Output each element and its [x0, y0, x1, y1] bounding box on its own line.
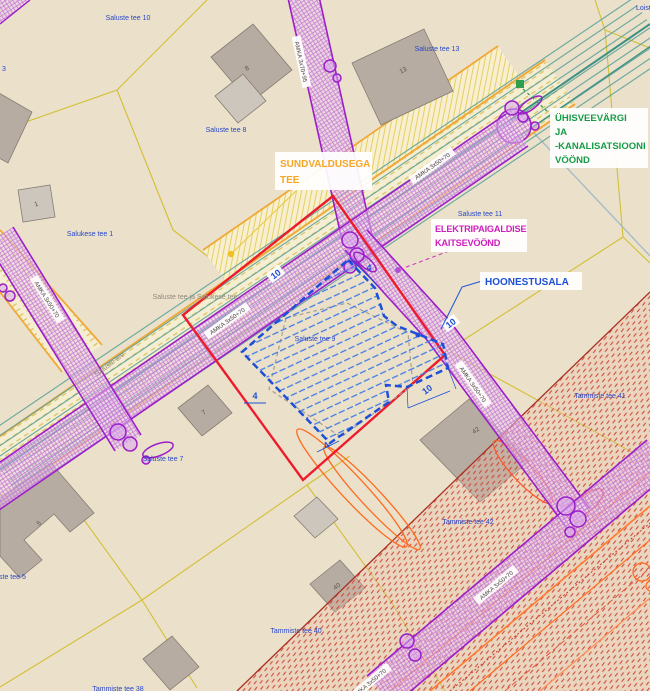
svg-text:JA: JA [555, 127, 567, 138]
label-saluste-tee-13: Saluste tee 13 [415, 46, 460, 53]
svg-text:KAITSEVÖÖND: KAITSEVÖÖND [435, 238, 501, 248]
svg-text:ELEKTRIPAIGALDISE: ELEKTRIPAIGALDISE [435, 224, 526, 234]
svg-text:-KANALISATSIOONI: -KANALISATSIOONI [555, 141, 646, 152]
detail-plan-map[interactable]: 8 13 1 7 5 40 42 [0, 0, 650, 691]
label-saluste-ja-salukese: Saluste tee ja Salukese tee [153, 294, 238, 301]
svg-text:HOONESTUSALA: HOONESTUSALA [485, 277, 569, 288]
electric-marker [395, 267, 401, 273]
sundvaldus-marker [228, 251, 234, 257]
label-saluste-tee-11: Saluste tee 11 [458, 211, 502, 218]
label-tammiste-tee-42: Tammiste tee 42 [442, 519, 493, 526]
label-saluste-tee-3: 3 [2, 66, 6, 73]
label-loistu: Loist [636, 5, 650, 12]
label-tammiste-tee-40: Tammiste tee 40 [270, 628, 321, 635]
water-sewer-marker [516, 80, 524, 88]
elektripaigaldise-kaitsevoond-label: ELEKTRIPAIGALDISE KAITSEVÖÖND [431, 219, 527, 252]
label-saluste-tee-5: Saluste tee 5 [0, 574, 26, 581]
svg-text:SUNDVALDUSEGA: SUNDVALDUSEGA [280, 159, 370, 170]
dimension-4: 4 [366, 263, 371, 273]
map-canvas[interactable]: 8 13 1 7 5 40 42 [0, 0, 650, 691]
svg-text:TEE: TEE [280, 175, 300, 186]
sundvaldusega-tee-label: SUNDVALDUSEGA TEE [275, 152, 372, 190]
svg-text:ÜHISVEEVÄRGI: ÜHISVEEVÄRGI [555, 113, 627, 124]
svg-text:VÖÖND: VÖÖND [555, 155, 590, 166]
label-saluste-tee-10: Saluste tee 10 [106, 15, 151, 22]
label-saluste-tee-7: Saluste tee 7 [143, 456, 184, 463]
label-saluste-tee-9: Saluste tee 9 [295, 336, 336, 343]
hoonestusala-point [416, 333, 421, 338]
dimension-4: 4 [252, 391, 257, 401]
hoonestusala-label: HOONESTUSALA [480, 272, 582, 290]
label-tammiste-tee-38: Tammiste tee 38 [92, 686, 143, 691]
label-tammiste-tee-41: Tammiste tee 41 [574, 393, 625, 400]
uhisveevargi-voond-label: ÜHISVEEVÄRGI JA -KANALISATSIOONI VÖÖND [550, 108, 648, 168]
label-salukese-tee-1: Salukese tee 1 [67, 231, 113, 238]
label-saluste-tee-8: Saluste tee 8 [206, 127, 247, 134]
